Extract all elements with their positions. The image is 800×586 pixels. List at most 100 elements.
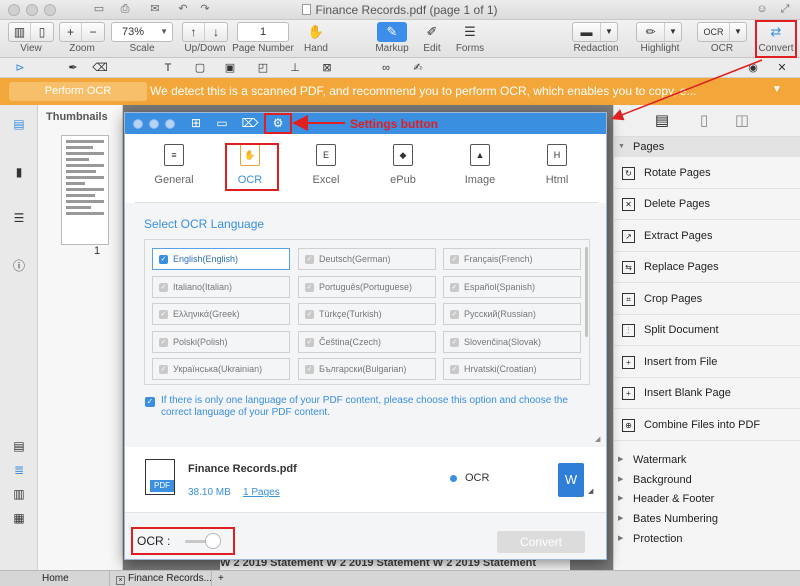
signature-icon[interactable]: ✍: [410, 60, 426, 76]
format-dropdown-icon[interactable]: ◢: [588, 487, 593, 495]
dialog-close-button[interactable]: [133, 119, 143, 129]
eraser-icon[interactable]: ⌫: [92, 60, 108, 76]
zoom-out-icon[interactable]: −: [82, 23, 104, 41]
chevron-down-icon[interactable]: ▼: [730, 23, 746, 41]
highlight-group[interactable]: ✏ ▼: [636, 22, 682, 42]
outline-icon[interactable]: ☰: [12, 211, 26, 225]
header-footer-section[interactable]: ▶ Header & Footer: [614, 489, 800, 509]
forms-icon[interactable]: ☰: [455, 22, 485, 42]
continuous-page-icon[interactable]: ≣: [12, 463, 26, 477]
folder-icon[interactable]: ▭: [213, 115, 231, 132]
language-option[interactable]: ✓ Čeština(Czech): [298, 331, 436, 353]
language-option[interactable]: ✓ Українська(Ukrainian): [152, 358, 290, 380]
document-icon[interactable]: ▯: [694, 111, 714, 131]
language-option[interactable]: ✓ Deutsch(German): [298, 248, 436, 270]
two-page-icon[interactable]: ▥: [12, 487, 26, 501]
page-number-input[interactable]: 1: [237, 22, 289, 42]
chevron-down-icon[interactable]: ▼: [772, 84, 782, 95]
ocr-icon[interactable]: OCR: [698, 23, 730, 41]
info-icon[interactable]: ⓘ: [12, 259, 26, 273]
language-option[interactable]: ✓ English(English): [152, 248, 290, 270]
ocr-radio-button[interactable]: [450, 475, 457, 482]
language-option[interactable]: ✓ Português(Portuguese): [298, 276, 436, 298]
text-tool-icon[interactable]: T: [160, 60, 176, 76]
protection-section[interactable]: ▶ Protection: [614, 529, 800, 549]
chevron-down-icon[interactable]: ▼: [601, 23, 617, 41]
edit-icon[interactable]: ✐: [417, 22, 447, 42]
watermark-section[interactable]: ▶ Watermark: [614, 450, 800, 470]
comment-icon[interactable]: ▢: [192, 60, 208, 76]
tab-html[interactable]: H Html: [522, 144, 592, 196]
language-option[interactable]: ✓ Русский(Russian): [443, 303, 581, 325]
zoom-in-icon[interactable]: +: [60, 23, 82, 41]
eye-icon[interactable]: ◉: [745, 60, 761, 76]
trash-icon[interactable]: ⌦: [241, 115, 259, 132]
dialog-minimize-button[interactable]: [149, 119, 159, 129]
rotate-pages-item[interactable]: ↻ Rotate Pages: [614, 158, 800, 189]
thumbnails-icon[interactable]: ▤: [12, 117, 26, 131]
sidebar-toggle-icon[interactable]: ⊳: [12, 60, 28, 76]
crop-pages-item[interactable]: ⌗ Crop Pages: [614, 284, 800, 315]
split-document-item[interactable]: ⫶ Split Document: [614, 315, 800, 346]
delete-pages-item[interactable]: ✕ Delete Pages: [614, 189, 800, 220]
tab-image[interactable]: ▲ Image: [445, 144, 515, 196]
language-option[interactable]: ✓ Italiano(Italian): [152, 276, 290, 298]
view-toggle-group[interactable]: ▥ ▯: [8, 22, 54, 42]
language-option[interactable]: ✓ Slovenčina(Slovak): [443, 331, 581, 353]
combine-files-item[interactable]: ⊕ Combine Files into PDF: [614, 410, 800, 441]
language-option[interactable]: ✓ Български(Bulgarian): [298, 358, 436, 380]
crop-icon[interactable]: ◫: [732, 111, 752, 131]
single-page-view-icon[interactable]: ▥: [9, 23, 31, 41]
pages-section-header[interactable]: ▼ Pages: [614, 137, 800, 157]
hand-icon[interactable]: ✋: [301, 22, 331, 42]
measure-icon[interactable]: ⊠: [319, 60, 335, 76]
background-section[interactable]: ▶ Background: [614, 470, 800, 490]
redaction-group[interactable]: ▬ ▼: [572, 22, 618, 42]
single-page-icon[interactable]: ▤: [12, 439, 26, 453]
language-option[interactable]: ✓ Español(Spanish): [443, 276, 581, 298]
highlighter-icon[interactable]: ✏: [637, 23, 665, 41]
insert-from-file-item[interactable]: + Insert from File: [614, 347, 800, 378]
new-tab-button[interactable]: +: [212, 571, 234, 586]
tab-epub[interactable]: ◆ ePub: [368, 144, 438, 196]
dialog-zoom-button[interactable]: [165, 119, 175, 129]
pen-icon[interactable]: ✒: [65, 60, 81, 76]
markup-button[interactable]: ✎: [377, 22, 407, 42]
tab-finance-records[interactable]: × Finance Records....: [110, 571, 212, 586]
language-option[interactable]: ✓ Ελληνικά(Greek): [152, 303, 290, 325]
arrow-down-icon[interactable]: ↓: [205, 23, 227, 41]
add-file-icon[interactable]: ⊞: [187, 115, 205, 132]
single-language-checkbox[interactable]: ✓: [145, 397, 155, 407]
language-list-scrollbar[interactable]: [585, 247, 588, 337]
language-option[interactable]: ✓ Türkçe(Turkish): [298, 303, 436, 325]
page-organize-icon[interactable]: ▤: [652, 111, 672, 131]
close-icon[interactable]: ✕: [774, 60, 790, 76]
file-pages-link[interactable]: 1 Pages: [243, 487, 280, 498]
chevron-down-icon[interactable]: ▼: [665, 23, 681, 41]
two-page-view-icon[interactable]: ▯: [31, 23, 53, 41]
grid-page-icon[interactable]: ▦: [12, 511, 26, 525]
link-icon[interactable]: ∞: [378, 60, 394, 76]
language-option[interactable]: ✓ Hrvatski(Croatian): [443, 358, 581, 380]
tab-general[interactable]: ≡ General: [139, 144, 209, 196]
language-option[interactable]: ✓ Français(French): [443, 248, 581, 270]
word-format-icon[interactable]: W: [558, 463, 584, 497]
extract-pages-item[interactable]: ↗ Extract Pages: [614, 221, 800, 252]
insert-blank-page-item[interactable]: + Insert Blank Page: [614, 378, 800, 409]
tab-excel[interactable]: E Excel: [291, 144, 361, 196]
fullscreen-icon[interactable]: ⤢: [778, 3, 792, 16]
tab-home[interactable]: Home: [0, 571, 110, 586]
shape-icon[interactable]: ◰: [255, 60, 271, 76]
bates-numbering-section[interactable]: ▶ Bates Numbering: [614, 509, 800, 529]
page-thumbnail[interactable]: [61, 135, 109, 245]
close-tab-icon[interactable]: ×: [116, 576, 125, 585]
stamp-icon[interactable]: ⊥: [287, 60, 303, 76]
perform-ocr-button[interactable]: Perform OCR: [9, 82, 147, 101]
scale-select[interactable]: 73% ▼: [111, 22, 173, 42]
page-nav-group[interactable]: ↑ ↓: [182, 22, 228, 42]
zoom-group[interactable]: + −: [59, 22, 105, 42]
replace-pages-item[interactable]: ⇆ Replace Pages: [614, 252, 800, 283]
convert-button[interactable]: Convert: [497, 531, 585, 553]
language-option[interactable]: ✓ Polski(Polish): [152, 331, 290, 353]
redaction-icon[interactable]: ▬: [573, 23, 601, 41]
